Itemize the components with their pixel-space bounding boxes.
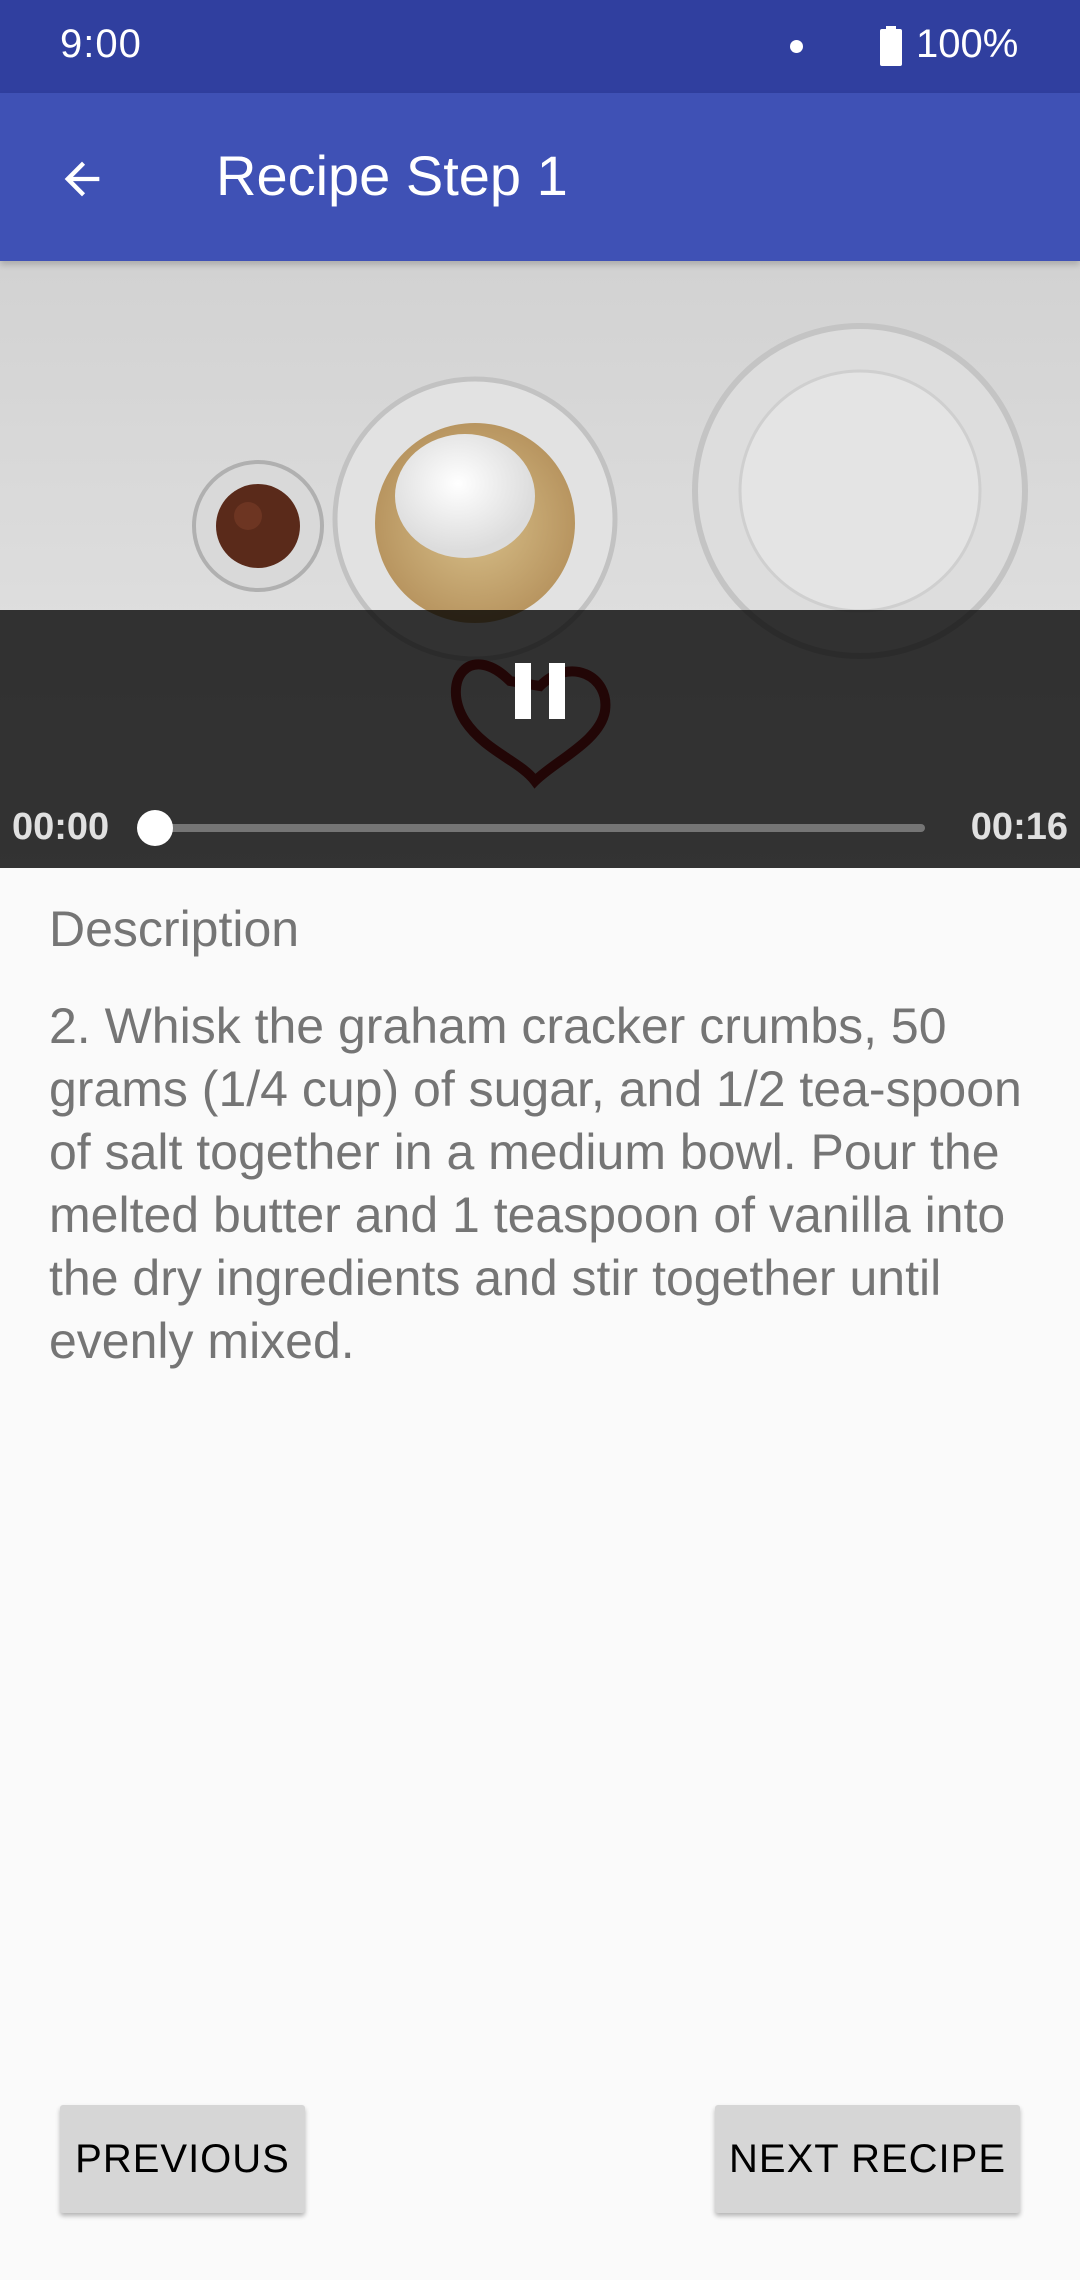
video-player[interactable]: 00:00 00:16 [0, 261, 1080, 868]
pause-icon [515, 663, 565, 719]
status-time: 9:00 [60, 22, 142, 66]
seek-thumb[interactable] [137, 810, 173, 846]
arrow-back-icon [64, 161, 100, 197]
pause-button[interactable] [490, 641, 590, 741]
description-text: 2. Whisk the graham cracker crumbs, 50 g… [49, 998, 1022, 1369]
battery-percentage: 100% [916, 22, 1019, 66]
back-button[interactable] [40, 137, 124, 221]
current-time: 00:00 [12, 806, 110, 848]
total-duration: 00:16 [970, 806, 1068, 848]
status-bar: 9:00 100% [0, 0, 1080, 93]
notification-dot-icon [790, 40, 803, 53]
previous-button[interactable]: PREVIOUS [60, 2105, 305, 2213]
next-recipe-button[interactable]: NEXT RECIPE [715, 2105, 1020, 2213]
seek-bar[interactable] [155, 824, 925, 832]
battery-icon [880, 26, 902, 66]
app-bar: Recipe Step 1 [0, 93, 1080, 261]
description-label: Description [49, 901, 300, 957]
page-title: Recipe Step 1 [216, 144, 568, 207]
